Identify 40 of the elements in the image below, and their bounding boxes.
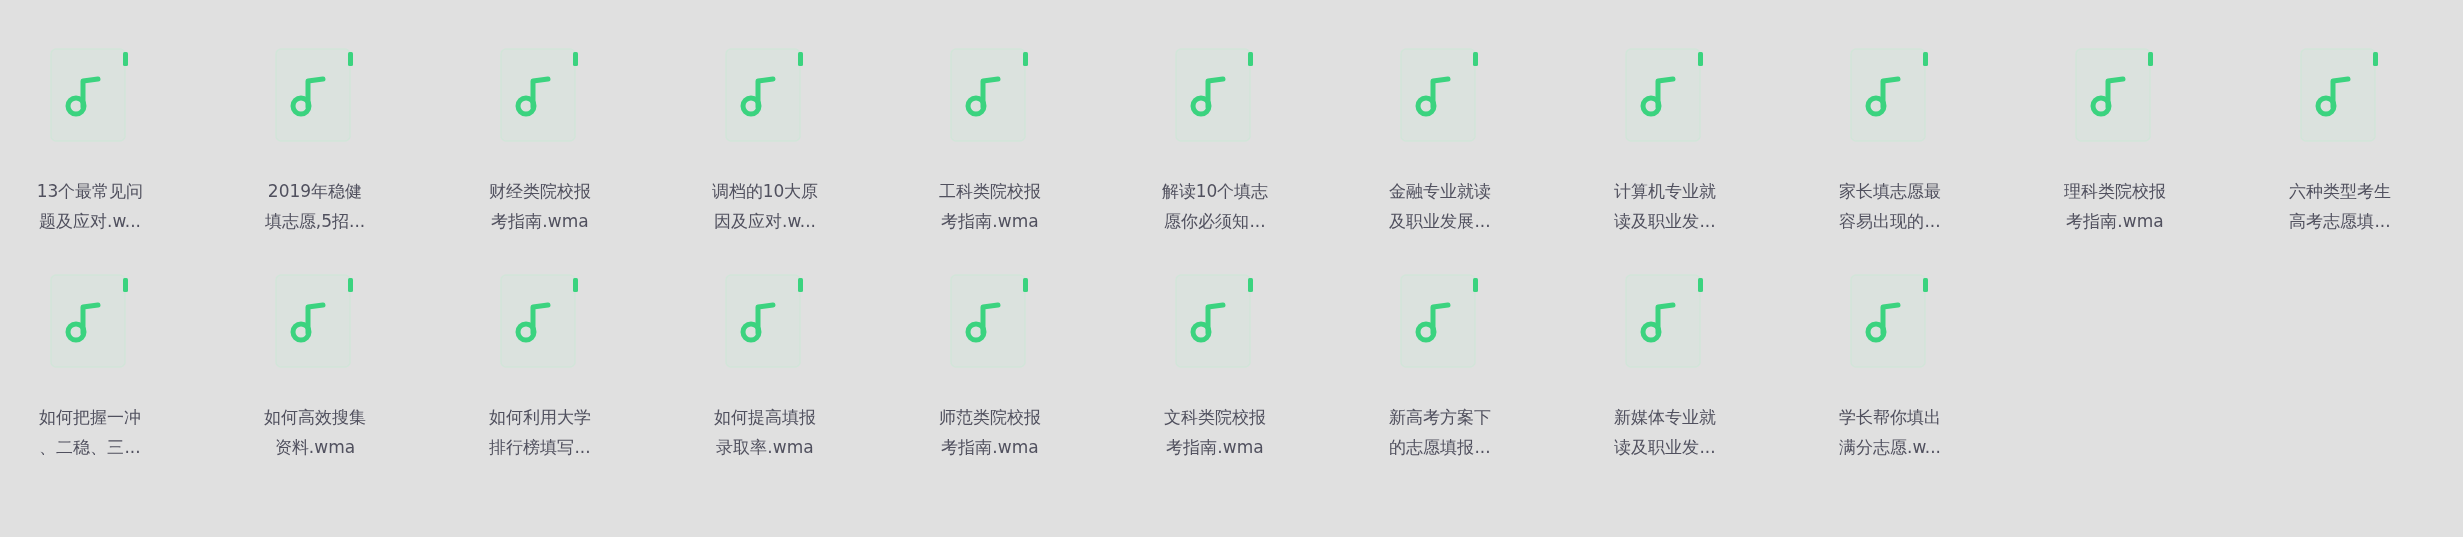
music-file-icon (500, 48, 580, 142)
music-file-icon (2300, 48, 2380, 142)
file-name[interactable]: 学长帮你填出 满分志愿.w... (1839, 402, 1941, 462)
music-file-icon (950, 48, 1030, 142)
file-name[interactable]: 理科类院校报 考指南.wma (2064, 176, 2166, 236)
file-name[interactable]: 2019年稳健 填志愿,5招... (264, 176, 366, 236)
music-file-icon (1625, 48, 1705, 142)
music-file-icon (1850, 274, 1930, 368)
music-file-icon (500, 274, 580, 368)
file-name[interactable]: 如何利用大学 排行榜填写... (489, 402, 591, 462)
file-name[interactable]: 13个最常见问 题及应对.w... (36, 176, 144, 236)
music-file-icon (725, 274, 805, 368)
music-file-icon (50, 274, 130, 368)
file-name[interactable]: 新高考方案下 的志愿填报... (1389, 402, 1491, 462)
file-name[interactable]: 六种类型考生 高考志愿填... (2289, 176, 2391, 236)
file-name[interactable]: 调档的10大原 因及应对.w... (711, 176, 819, 236)
file-name[interactable]: 文科类院校报 考指南.wma (1164, 402, 1266, 462)
file-name[interactable]: 财经类院校报 考指南.wma (489, 176, 591, 236)
music-file-icon (1175, 274, 1255, 368)
file-name[interactable]: 计算机专业就 读及职业发... (1614, 176, 1716, 236)
file-name[interactable]: 金融专业就读 及职业发展... (1389, 176, 1491, 236)
file-name[interactable]: 师范类院校报 考指南.wma (939, 402, 1041, 462)
file-name[interactable]: 如何提高填报 录取率.wma (714, 402, 816, 462)
file-name[interactable]: 如何高效搜集 资料.wma (264, 402, 366, 462)
music-file-icon (50, 48, 130, 142)
file-name[interactable]: 新媒体专业就 读及职业发... (1614, 402, 1716, 462)
music-file-icon (1400, 274, 1480, 368)
music-file-icon (1625, 274, 1705, 368)
music-file-icon (1850, 48, 1930, 142)
music-file-icon (1400, 48, 1480, 142)
music-file-icon (275, 48, 355, 142)
file-name[interactable]: 工科类院校报 考指南.wma (939, 176, 1041, 236)
music-file-icon (725, 48, 805, 142)
music-file-icon (1175, 48, 1255, 142)
file-name[interactable]: 家长填志愿最 容易出现的... (1839, 176, 1941, 236)
file-name[interactable]: 解读10个填志 愿你必须知... (1161, 176, 1269, 236)
music-file-icon (950, 274, 1030, 368)
music-file-icon (2075, 48, 2155, 142)
music-file-icon (275, 274, 355, 368)
file-name[interactable]: 如何把握一冲 、二稳、三... (39, 402, 141, 462)
